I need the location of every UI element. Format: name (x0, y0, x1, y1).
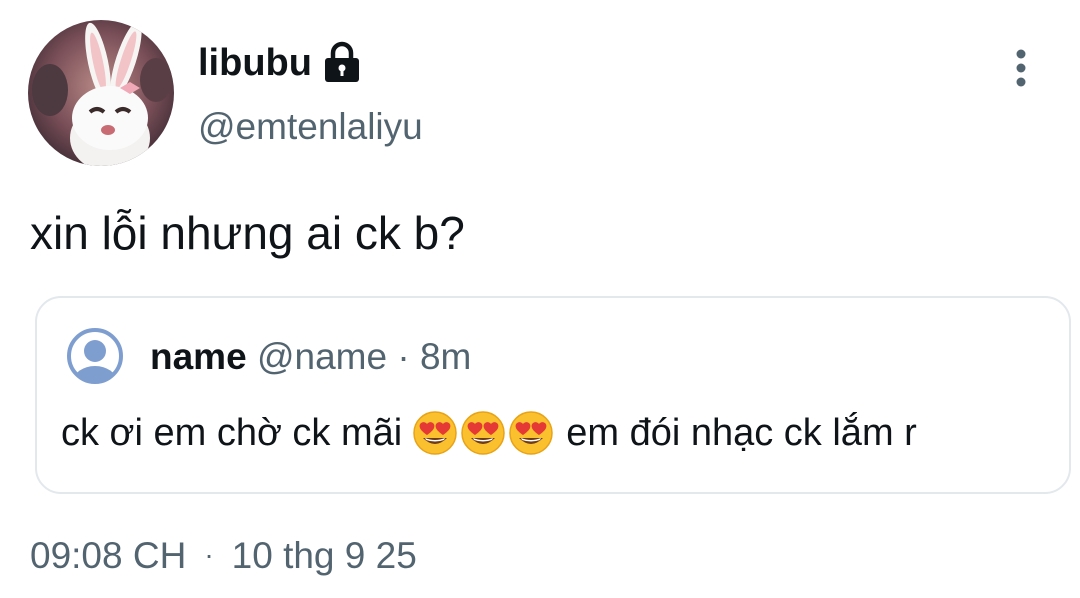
lock-icon (324, 41, 359, 82)
quoted-tweet-card[interactable]: name @name · 8m ck ơi em chờ ck mãi em đ… (35, 296, 1071, 494)
author-display-name-row[interactable]: libubu (198, 40, 362, 86)
emoji-group (412, 410, 554, 456)
quoted-header: name @name · 8m (150, 334, 471, 380)
quoted-separator: · (387, 336, 420, 377)
more-options-button[interactable] (1000, 44, 1044, 92)
tweet-date: 10 thg 9 25 (231, 535, 417, 576)
quoted-author-handle: @name (256, 336, 388, 377)
quoted-text: ck ơi em chờ ck mãi em đói nhạc ck lắm r (61, 408, 917, 458)
more-vertical-icon (1016, 49, 1026, 87)
author-handle[interactable]: @emtenlaliyu (198, 104, 423, 150)
author-avatar[interactable] (28, 20, 174, 166)
quoted-text-after: em đói nhạc ck lắm r (566, 412, 917, 454)
tweet-text: xin lỗi nhưng ai ck b? (30, 207, 465, 259)
tweet-timestamp[interactable]: 09:08 CH · 10 thg 9 25 (30, 532, 417, 579)
tweet-time: 09:08 CH (30, 535, 187, 576)
timestamp-separator: · (204, 539, 214, 570)
quoted-text-before: ck ơi em chờ ck mãi (61, 412, 403, 454)
heart-eyes-emoji-icon (461, 411, 505, 455)
quoted-age: 8m (419, 336, 472, 377)
heart-eyes-emoji-icon (413, 411, 457, 455)
default-avatar-icon (67, 328, 123, 384)
white-rabbit-avatar-icon (28, 20, 174, 166)
author-display-name: libubu (198, 42, 312, 84)
quoted-author-name: name (150, 336, 247, 377)
heart-eyes-emoji-icon (509, 411, 553, 455)
